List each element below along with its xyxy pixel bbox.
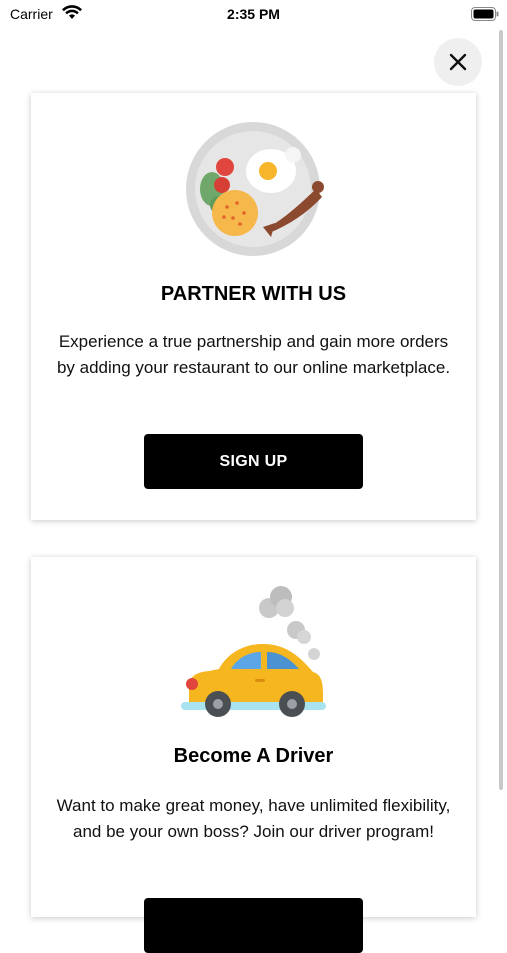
card-description: Experience a true partnership and gain m… [56, 332, 451, 377]
scrollbar[interactable] [499, 30, 503, 790]
partner-card: PARTNER WITH US Experience a true partne… [31, 93, 476, 520]
close-icon [449, 53, 467, 71]
card-title: PARTNER WITH US [160, 283, 347, 305]
car-driver-icon [31, 582, 476, 727]
status-bar: Carrier 2:35 PM [0, 0, 507, 30]
card-title: Become A Driver [173, 745, 334, 767]
close-button[interactable] [434, 38, 482, 86]
sign-up-button[interactable]: SIGN UP [144, 434, 363, 489]
battery-icon [471, 7, 499, 26]
driver-card: Become A Driver Want to make great money… [31, 557, 476, 953]
status-time: 2:35 PM [227, 6, 280, 22]
driver-signup-button[interactable] [144, 898, 363, 953]
card-description: Want to make great money, have unlimited… [56, 796, 451, 841]
plate-breakfast-icon [31, 121, 476, 261]
